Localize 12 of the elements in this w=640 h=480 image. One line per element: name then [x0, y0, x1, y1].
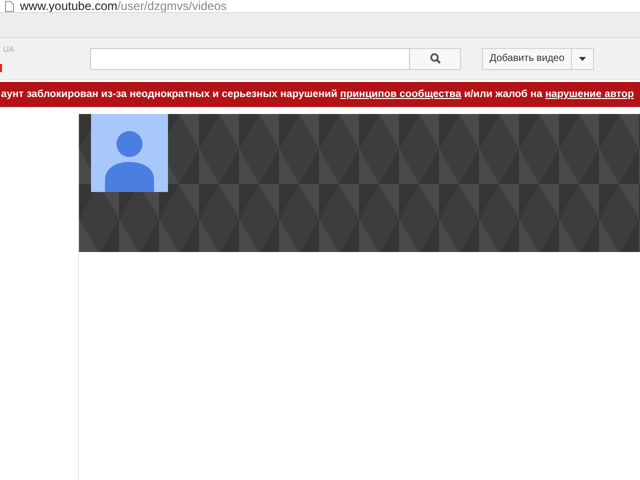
upload-video-button[interactable]: Добавить видео: [482, 48, 572, 70]
account-blocked-message: аунт заблокирован из-за неоднократных и серьезных нарушений принципов сообщества и/или жалоб на нарушение автор: [0, 89, 634, 100]
page-icon: [5, 0, 14, 12]
caret-icon: [579, 56, 586, 60]
search-icon: [430, 53, 440, 64]
policy-link[interactable]: принципов сообщества: [340, 89, 462, 100]
logo-region-label: UA: [3, 44, 14, 54]
search-button[interactable]: [410, 48, 461, 70]
upload-menu-button[interactable]: [572, 48, 594, 70]
search-field[interactable]: [90, 48, 410, 70]
policy-link[interactable]: нарушение автор: [545, 89, 634, 100]
url-text: www.youtube.com/user/dzgmvs/videos: [20, 0, 227, 12]
